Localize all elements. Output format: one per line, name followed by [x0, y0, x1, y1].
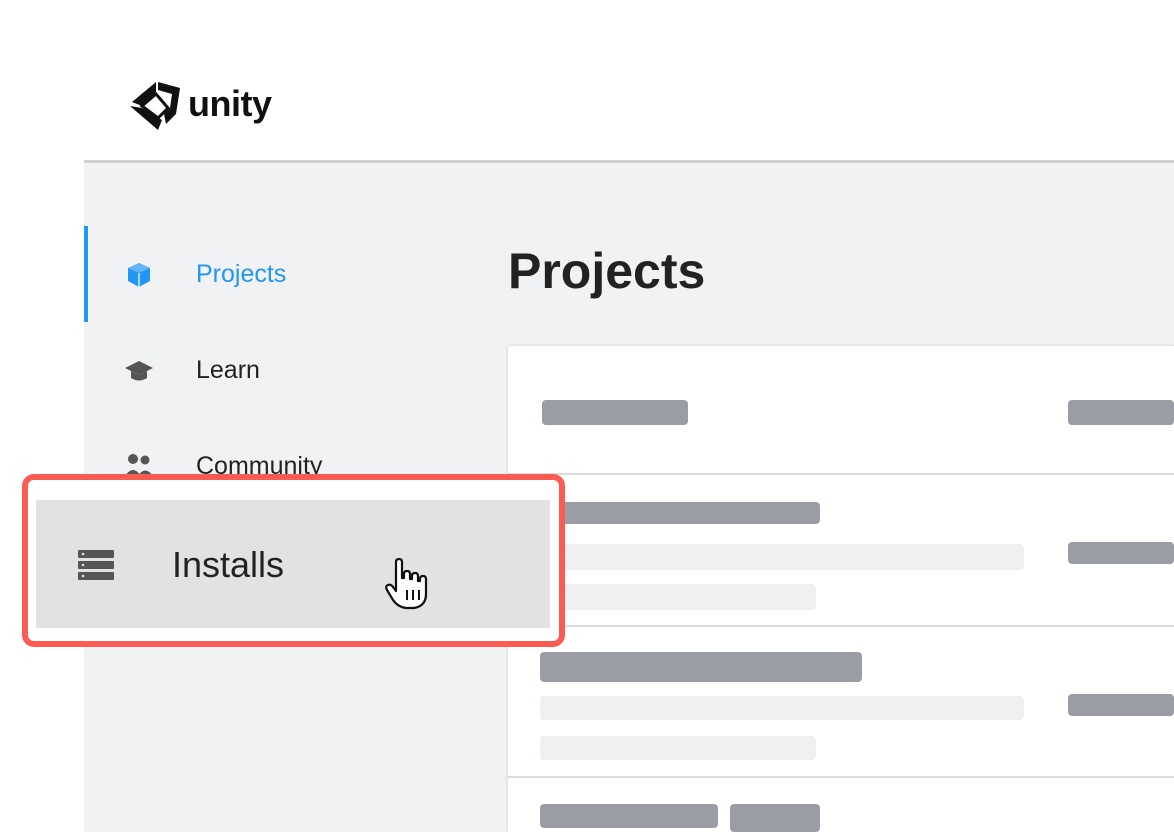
text-placeholder [554, 544, 1024, 570]
cube-icon [128, 263, 150, 287]
installs-highlight: Installs [22, 474, 565, 647]
graduation-cap-icon [125, 361, 153, 381]
row-divider [508, 473, 1174, 475]
title-placeholder [540, 652, 862, 682]
text-placeholder [554, 584, 816, 610]
title-placeholder [540, 804, 718, 828]
title-placeholder [554, 502, 820, 524]
text-placeholder [540, 736, 816, 760]
sidebar-item-label: Learn [196, 355, 260, 384]
sidebar-item-projects[interactable]: Projects [84, 226, 464, 322]
sidebar-item-learn[interactable]: Learn [84, 322, 464, 418]
sidebar-item-label: Installs [172, 544, 285, 585]
brand-name: unity [188, 83, 272, 124]
page-title: Projects [508, 243, 706, 299]
header-divider [84, 160, 1174, 163]
header-placeholder [1068, 400, 1174, 425]
active-indicator [84, 226, 88, 322]
tag-placeholder [730, 804, 820, 832]
text-placeholder [540, 696, 1024, 720]
projects-list [508, 346, 1174, 832]
unity-logo: unity [128, 80, 272, 132]
sidebar-item-label: Projects [196, 259, 287, 288]
server-list-icon [78, 550, 114, 580]
meta-placeholder [1068, 542, 1174, 564]
header-placeholder [542, 400, 688, 425]
unity-logo-icon [130, 82, 180, 130]
sidebar-item-installs[interactable]: Installs [36, 500, 550, 628]
row-divider [508, 625, 1174, 627]
meta-placeholder [1068, 694, 1174, 716]
row-divider [508, 776, 1174, 778]
hand-pointer-icon [385, 558, 428, 610]
